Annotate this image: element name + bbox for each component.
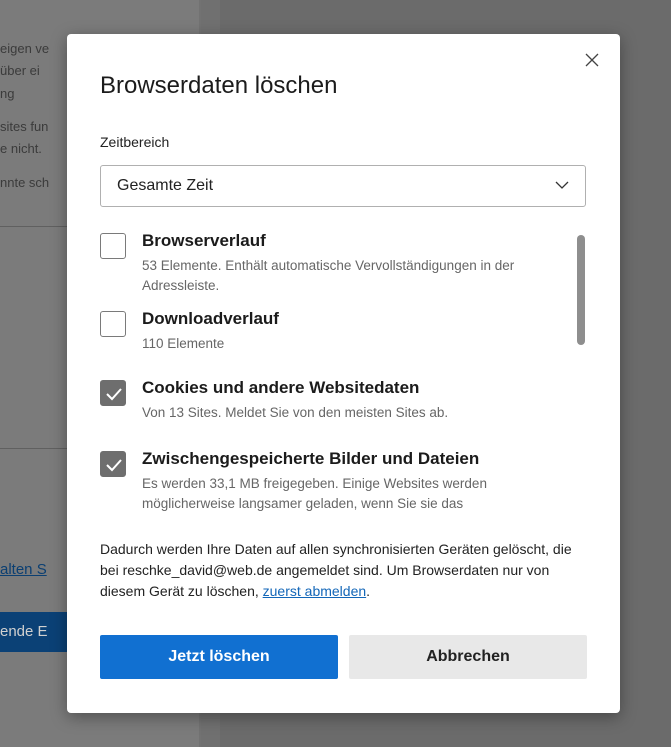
background-text: über ei <box>0 63 40 78</box>
background-text: e nicht. <box>0 141 42 156</box>
close-button[interactable] <box>580 48 604 72</box>
time-range-select[interactable]: Gesamte Zeit <box>100 165 586 207</box>
background-text: ng <box>0 86 15 101</box>
list-item-description: Es werden 33,1 MB freigegeben. Einige We… <box>142 476 487 511</box>
cancel-button[interactable]: Abbrechen <box>349 635 587 679</box>
sync-note-end: . <box>366 583 371 599</box>
cached-images-checkbox[interactable] <box>100 451 126 477</box>
dialog-title: Browserdaten löschen <box>100 72 338 99</box>
cookies-checkbox[interactable] <box>100 380 126 406</box>
list-item-description: 110 Elemente <box>142 336 225 351</box>
data-types-list[interactable]: Browserverlauf 53 Elemente. Enthält auto… <box>100 229 590 511</box>
clear-browsing-data-dialog: Browserdaten löschen Zeitbereich Gesamte… <box>67 34 620 713</box>
background-text: sites fun <box>0 119 49 134</box>
clear-now-button[interactable]: Jetzt löschen <box>100 635 338 679</box>
list-item-title: Zwischengespeicherte Bilder und Dateien <box>142 449 480 468</box>
chevron-down-icon <box>555 181 569 189</box>
browsing-history-checkbox[interactable] <box>100 233 126 259</box>
list-item-title: Downloadverlauf <box>142 309 279 328</box>
list-item-description: Von 13 Sites. Meldet Sie von den meisten… <box>142 405 449 420</box>
close-icon <box>585 53 599 67</box>
sync-note: Dadurch werden Ihre Daten auf allen sync… <box>100 539 590 602</box>
time-range-label: Zeitbereich <box>100 134 170 150</box>
time-range-value: Gesamte Zeit <box>117 177 214 194</box>
download-history-checkbox[interactable] <box>100 311 126 337</box>
checkmark-icon <box>106 388 122 401</box>
scrollbar-thumb[interactable] <box>577 235 585 345</box>
list-item-title: Cookies und andere Websitedaten <box>142 378 420 397</box>
background-link: alten S <box>0 561 47 578</box>
background-text: eigen ve <box>0 41 50 56</box>
sign-out-first-link[interactable]: zuerst abmelden <box>263 583 367 599</box>
background-text: nnte sch <box>0 175 50 190</box>
list-item-description: 53 Elemente. Enthält automatische Vervol… <box>142 258 515 293</box>
list-item-title: Browserverlauf <box>142 231 266 250</box>
checkmark-icon <box>106 459 122 472</box>
